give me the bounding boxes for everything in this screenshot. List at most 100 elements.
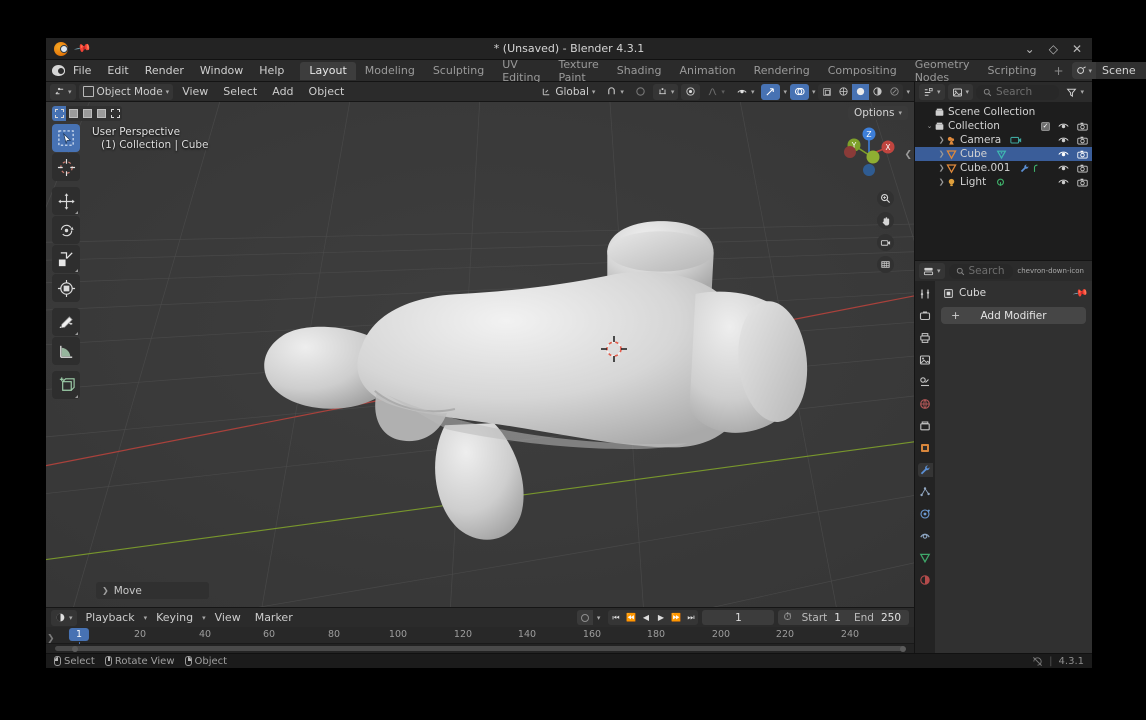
shading-solid-icon[interactable] [852, 83, 870, 100]
disclosure-triangle[interactable]: ⌄ [925, 122, 934, 130]
auto-keying-icon[interactable] [576, 610, 593, 625]
collection-tab[interactable] [918, 419, 933, 433]
tab-sculpting[interactable]: Sculpting [424, 62, 493, 80]
outliner-row-scene-collection[interactable]: Scene Collection [915, 105, 1092, 119]
timeline-menu-view[interactable]: View [210, 611, 246, 624]
proportional-edit-icon[interactable] [631, 84, 650, 100]
sidebar-toggle-arrow[interactable]: ❮ [904, 150, 912, 160]
3d-viewport[interactable]: User Perspective (1) Collection | Cube O… [46, 102, 914, 607]
tab-modeling[interactable]: Modeling [356, 62, 424, 80]
start-frame-value[interactable]: 1 [832, 612, 849, 624]
operator-panel[interactable]: ❯ Move [96, 582, 209, 599]
rotate-tool[interactable] [52, 216, 80, 244]
outliner-row-light[interactable]: ❯ Light [915, 175, 1092, 189]
tab-compositing[interactable]: Compositing [819, 62, 906, 80]
tab-shading[interactable]: Shading [608, 62, 671, 80]
menu-render[interactable]: Render [137, 62, 192, 79]
play-reverse-icon[interactable]: ◀ [638, 610, 653, 625]
eye-icon[interactable] [1058, 136, 1069, 145]
camera-render-icon[interactable] [1077, 150, 1088, 159]
object-visibility-icon[interactable]: ▾ [732, 84, 759, 100]
select-set-icon[interactable] [52, 106, 66, 121]
filter-id-icon[interactable]: ▾ [947, 84, 974, 100]
world-tab[interactable] [918, 397, 933, 411]
disclosure-triangle[interactable]: ❯ [937, 150, 946, 158]
timeline-menu-marker[interactable]: Marker [250, 611, 298, 624]
overlays-icon[interactable] [789, 83, 809, 100]
navigation-gizmo[interactable]: Z X Y [838, 124, 900, 186]
tab-animation[interactable]: Animation [670, 62, 744, 80]
menu-help[interactable]: Help [251, 62, 292, 79]
menu-edit[interactable]: Edit [99, 62, 136, 79]
viewport-menu-object[interactable]: Object [303, 85, 351, 98]
tool-tab[interactable] [918, 287, 933, 301]
viewport-menu-select[interactable]: Select [217, 85, 263, 98]
zoom-icon[interactable] [877, 190, 894, 207]
play-icon[interactable]: ▶ [653, 610, 668, 625]
next-keyframe-icon[interactable]: ⏩ [668, 610, 683, 625]
filter-funnel-icon[interactable]: ▾ [1062, 84, 1088, 100]
eye-icon[interactable] [1058, 164, 1069, 173]
tab-scripting[interactable]: Scripting [979, 62, 1046, 80]
scene-browse-icon[interactable]: ▾ [1071, 62, 1097, 79]
pin-icon[interactable]: 📌 [1072, 285, 1089, 301]
timeline-scrollbar[interactable]: ❯ [46, 634, 914, 653]
shading-material-icon[interactable] [869, 84, 886, 100]
render-tab[interactable] [918, 309, 933, 323]
disclosure-triangle[interactable]: ❯ [937, 136, 946, 144]
select-subtract-icon[interactable] [80, 106, 94, 121]
snap-magnet-icon[interactable]: ▾ [602, 84, 628, 100]
minimize-button[interactable]: ⌄ [1025, 43, 1035, 55]
properties-search-input[interactable]: Search [948, 263, 1014, 279]
current-frame-field[interactable]: 1 [702, 610, 775, 625]
outliner-row-collection[interactable]: ⌄ Collection ✓ [915, 119, 1092, 133]
constraints-tab[interactable] [918, 529, 933, 543]
viewport-menu-view[interactable]: View [176, 85, 214, 98]
tweak-select-tool[interactable] [52, 124, 80, 152]
select-intersect-icon[interactable] [108, 106, 122, 121]
close-button[interactable]: ✕ [1072, 43, 1082, 55]
add-cube-tool[interactable] [52, 371, 80, 399]
camera-render-icon[interactable] [1077, 136, 1088, 145]
move-tool[interactable] [52, 187, 80, 215]
transform-orientation-dropdown[interactable]: Global ▾ [537, 84, 599, 100]
falloff-curve-icon[interactable]: ▾ [703, 84, 729, 100]
add-workspace-button[interactable]: + [1045, 64, 1071, 78]
transform-tool[interactable] [52, 274, 80, 302]
pan-icon[interactable] [877, 212, 894, 229]
outliner-row-cube[interactable]: ❯ Cube [915, 147, 1092, 161]
app-menu-icon[interactable] [52, 65, 65, 76]
camera-render-icon[interactable] [1077, 178, 1088, 187]
scale-tool[interactable] [52, 245, 80, 273]
shading-wireframe-icon[interactable] [835, 84, 852, 100]
pin-icon[interactable]: 📌 [74, 39, 93, 58]
disclosure-triangle[interactable]: ❯ [937, 164, 946, 172]
outliner-row-camera[interactable]: ❯ Camera [915, 133, 1092, 147]
cursor-tool[interactable] [52, 153, 80, 181]
viewport-menu-add[interactable]: Add [266, 85, 299, 98]
timeline-menu-keying[interactable]: Keying [151, 611, 198, 624]
use-preview-range-icon[interactable]: ⏱ [778, 611, 796, 624]
outliner-display-mode-icon[interactable]: ▾ [919, 84, 945, 100]
tab-uv-editing[interactable]: UV Editing [493, 58, 549, 84]
jump-to-end-icon[interactable]: ⏭ [683, 610, 698, 625]
xray-toggle-icon[interactable] [818, 84, 835, 100]
toggle-ortho-icon[interactable] [877, 256, 894, 273]
operator-expand-arrow[interactable]: ❯ [102, 586, 109, 595]
tab-texture-paint[interactable]: Texture Paint [550, 58, 608, 84]
tab-geometry-nodes[interactable]: Geometry Nodes [906, 58, 979, 84]
camera-render-icon[interactable] [1077, 164, 1088, 173]
outliner-tree[interactable]: Scene Collection ⌄ Collection ✓ ❯ Camera… [915, 102, 1092, 260]
annotate-tool[interactable] [52, 308, 80, 336]
camera-view-icon[interactable] [877, 234, 894, 251]
object-mode-dropdown[interactable]: Object Mode ▾ [78, 83, 174, 100]
scene-tab[interactable] [918, 375, 933, 389]
scene-selector[interactable]: ▾ Scene ⚲ ❐ ✕ [1071, 62, 1146, 79]
viewport-options-dropdown[interactable]: Options ▾ [847, 106, 908, 120]
gizmo-icon[interactable] [761, 83, 781, 100]
view-layer-tab[interactable] [918, 353, 933, 367]
object-tab[interactable] [918, 441, 933, 455]
disclosure-triangle[interactable]: ❯ [937, 178, 946, 186]
editor-type-icon[interactable]: ▾ [50, 83, 76, 100]
playhead[interactable]: 1 [68, 628, 90, 648]
